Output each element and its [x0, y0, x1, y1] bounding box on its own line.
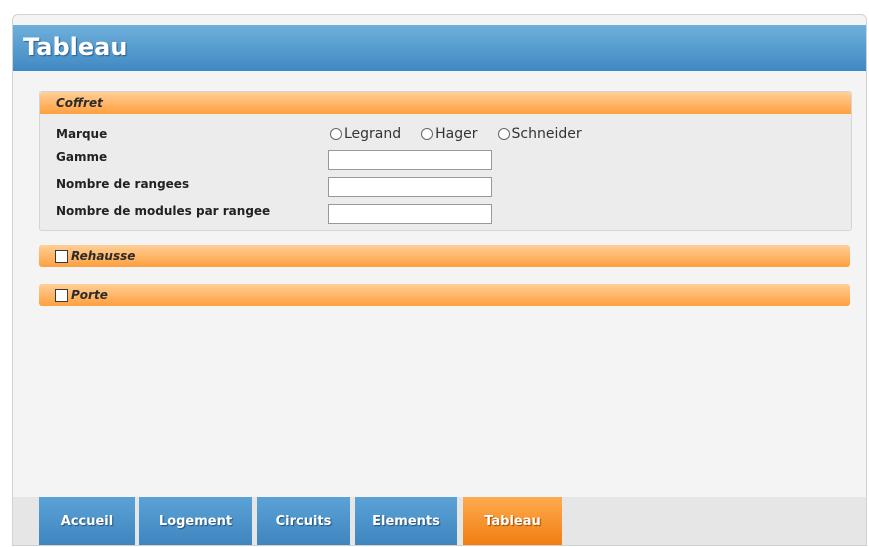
radio-circle-icon[interactable] [330, 128, 342, 140]
rehausse-checkbox[interactable] [55, 249, 68, 263]
porte-title: Porte [71, 288, 108, 302]
porte-panel: Porte [39, 284, 850, 306]
radio-legrand[interactable]: Legrand [330, 126, 401, 142]
modules-label: Nombre de modules par rangee [56, 204, 271, 218]
modules-input[interactable] [328, 204, 492, 224]
rangees-label: Nombre de rangees [56, 177, 190, 191]
bottom-nav: Accueil Logement Circuits Elements Table… [13, 497, 866, 545]
radio-schneider[interactable]: Schneider [497, 126, 582, 142]
page-title: Tableau [23, 33, 128, 61]
radio-hager[interactable]: Hager [421, 126, 478, 142]
radio-circle-icon[interactable] [421, 128, 434, 140]
gamme-label: Gamme [56, 150, 108, 164]
rehausse-panel: Rehausse [39, 245, 850, 267]
coffret-header[interactable]: Coffret [40, 92, 851, 114]
app-window: Tableau Coffret Marque Legrand Hager Sch… [12, 14, 867, 546]
header-bar: Tableau [13, 25, 866, 71]
marque-label: Marque [56, 127, 108, 141]
rehausse-header[interactable]: Rehausse [39, 245, 850, 267]
tab-tableau[interactable]: Tableau [463, 497, 562, 545]
coffret-panel: Coffret Marque Legrand Hager Schneider G… [39, 91, 852, 231]
tab-logement[interactable]: Logement [139, 497, 252, 545]
marque-radio-group: Legrand Hager Schneider [330, 126, 602, 142]
tab-elements[interactable]: Elements [355, 497, 457, 545]
tab-accueil[interactable]: Accueil [39, 497, 135, 545]
rangees-input[interactable] [328, 177, 492, 197]
gamme-input[interactable] [328, 150, 492, 170]
coffret-title: Coffret [56, 96, 103, 110]
rehausse-title: Rehausse [71, 249, 136, 263]
tab-circuits[interactable]: Circuits [257, 497, 350, 545]
radio-circle-icon[interactable] [497, 128, 510, 140]
porte-checkbox[interactable] [55, 288, 68, 302]
porte-header[interactable]: Porte [39, 284, 850, 306]
